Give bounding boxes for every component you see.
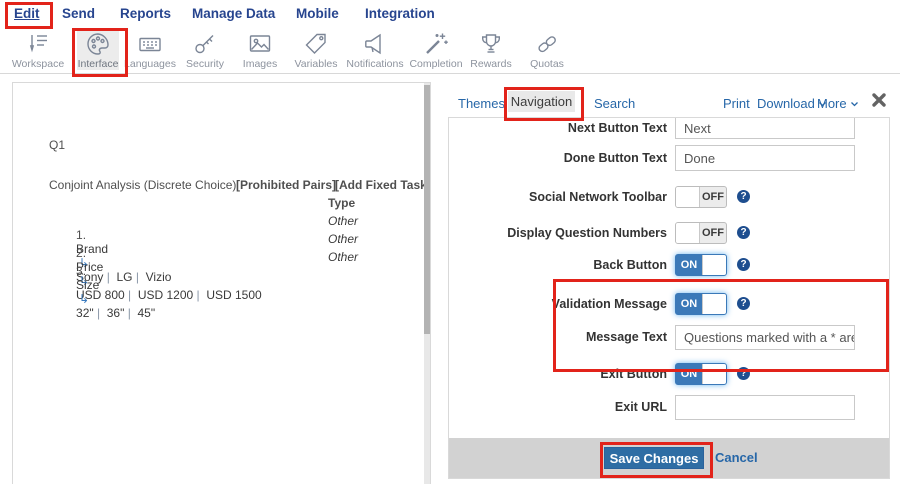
more-link[interactable]: More	[817, 96, 859, 111]
question-type-label: Conjoint Analysis (Discrete Choice)	[49, 178, 236, 192]
cancel-link[interactable]: Cancel	[715, 450, 758, 465]
validation-message-toggle[interactable]: ON	[675, 293, 727, 315]
nav-item-edit[interactable]: Edit	[14, 6, 40, 21]
back-button-toggle[interactable]: ON	[675, 254, 727, 276]
nav-item-mobile[interactable]: Mobile	[296, 6, 339, 21]
attribute-type: Other	[328, 232, 358, 246]
type-column-header: Type	[328, 196, 355, 210]
field-label: Exit Button	[449, 363, 667, 385]
app-window: Edit Send Reports Manage Data Mobile Int…	[0, 0, 900, 484]
images-icon	[247, 31, 273, 57]
question-code: Q1	[49, 138, 65, 152]
add-fixed-tasks-link[interactable]: [Add Fixed Tasks]	[335, 178, 431, 192]
scrollbar-thumb[interactable]	[424, 85, 430, 334]
field-label: Validation Message	[449, 293, 667, 315]
help-icon[interactable]: ?	[737, 190, 750, 203]
survey-preview-panel: Q1 Conjoint Analysis (Discrete Choice) […	[12, 82, 431, 484]
field-label: Display Question Numbers	[449, 222, 667, 244]
help-icon[interactable]: ?	[737, 226, 750, 239]
nav-item-send[interactable]: Send	[62, 6, 95, 21]
message-text-input[interactable]	[675, 325, 855, 350]
display-question-numbers-toggle[interactable]: OFF	[675, 222, 727, 244]
tab-search[interactable]: Search	[594, 96, 635, 111]
field-label: Exit URL	[449, 395, 667, 420]
attribute-values: 32" | 36" | 45"	[76, 306, 155, 320]
toggle-state: ON	[676, 255, 702, 275]
toolbar-label: Quotas	[530, 58, 564, 70]
more-label: More	[817, 96, 847, 111]
toggle-knob	[702, 364, 726, 384]
toggle-state: ON	[676, 364, 702, 384]
close-icon[interactable]	[871, 92, 889, 110]
toggle-knob	[676, 187, 700, 207]
variables-icon	[303, 31, 329, 57]
field-label: Social Network Toolbar	[449, 186, 667, 208]
toolbar-item-quotas[interactable]: Quotas	[502, 31, 592, 70]
attribute-name: Size	[76, 278, 99, 292]
next-button-text-input[interactable]	[675, 117, 855, 139]
nav-item-reports[interactable]: Reports	[120, 6, 171, 21]
attribute-type: Other	[328, 214, 358, 228]
field-label: Back Button	[449, 254, 667, 276]
toggle-state: OFF	[700, 223, 726, 243]
tab-themes[interactable]: Themes	[458, 96, 505, 111]
exit-url-input[interactable]	[675, 395, 855, 420]
navigation-settings-form: Next Button Text Done Button Text Social…	[448, 117, 890, 479]
download-label: Download	[757, 96, 815, 111]
toggle-knob	[676, 223, 700, 243]
quotas-icon	[534, 31, 560, 57]
branch-arrow-icon: ↳	[76, 292, 92, 306]
field-label: Message Text	[449, 325, 667, 350]
preview-scrollbar[interactable]	[424, 83, 430, 484]
rewards-icon	[478, 31, 504, 57]
nav-item-integration[interactable]: Integration	[365, 6, 435, 21]
tab-navigation[interactable]: Navigation	[508, 91, 575, 112]
save-changes-button[interactable]: Save Changes	[604, 447, 704, 469]
edit-toolbar: Workspace Interface Languages Secur	[0, 28, 900, 74]
help-icon[interactable]: ?	[737, 258, 750, 271]
row-number: 3.	[76, 264, 86, 278]
social-network-toolbar-toggle[interactable]: OFF	[675, 186, 727, 208]
toggle-knob	[702, 255, 726, 275]
attribute-row: 3. Size ↳ 32" | 36" | 45"	[56, 250, 155, 334]
field-label: Done Button Text	[449, 145, 667, 171]
field-label: Next Button Text	[449, 117, 667, 141]
toggle-knob	[702, 294, 726, 314]
workspace-icon	[25, 31, 51, 57]
prohibited-pairs-link[interactable]: [Prohibited Pairs]	[236, 178, 336, 192]
exit-button-toggle[interactable]: ON	[675, 363, 727, 385]
help-icon[interactable]: ?	[737, 297, 750, 310]
chevron-down-icon	[850, 96, 859, 111]
help-icon[interactable]: ?	[737, 367, 750, 380]
attribute-type: Other	[328, 250, 358, 264]
nav-item-manage-data[interactable]: Manage Data	[192, 6, 275, 21]
form-footer: Save Changes Cancel	[449, 438, 889, 478]
print-link[interactable]: Print	[723, 96, 750, 111]
toggle-state: OFF	[700, 187, 726, 207]
done-button-text-input[interactable]	[675, 145, 855, 171]
notifications-icon	[362, 31, 388, 57]
toggle-state: ON	[676, 294, 702, 314]
